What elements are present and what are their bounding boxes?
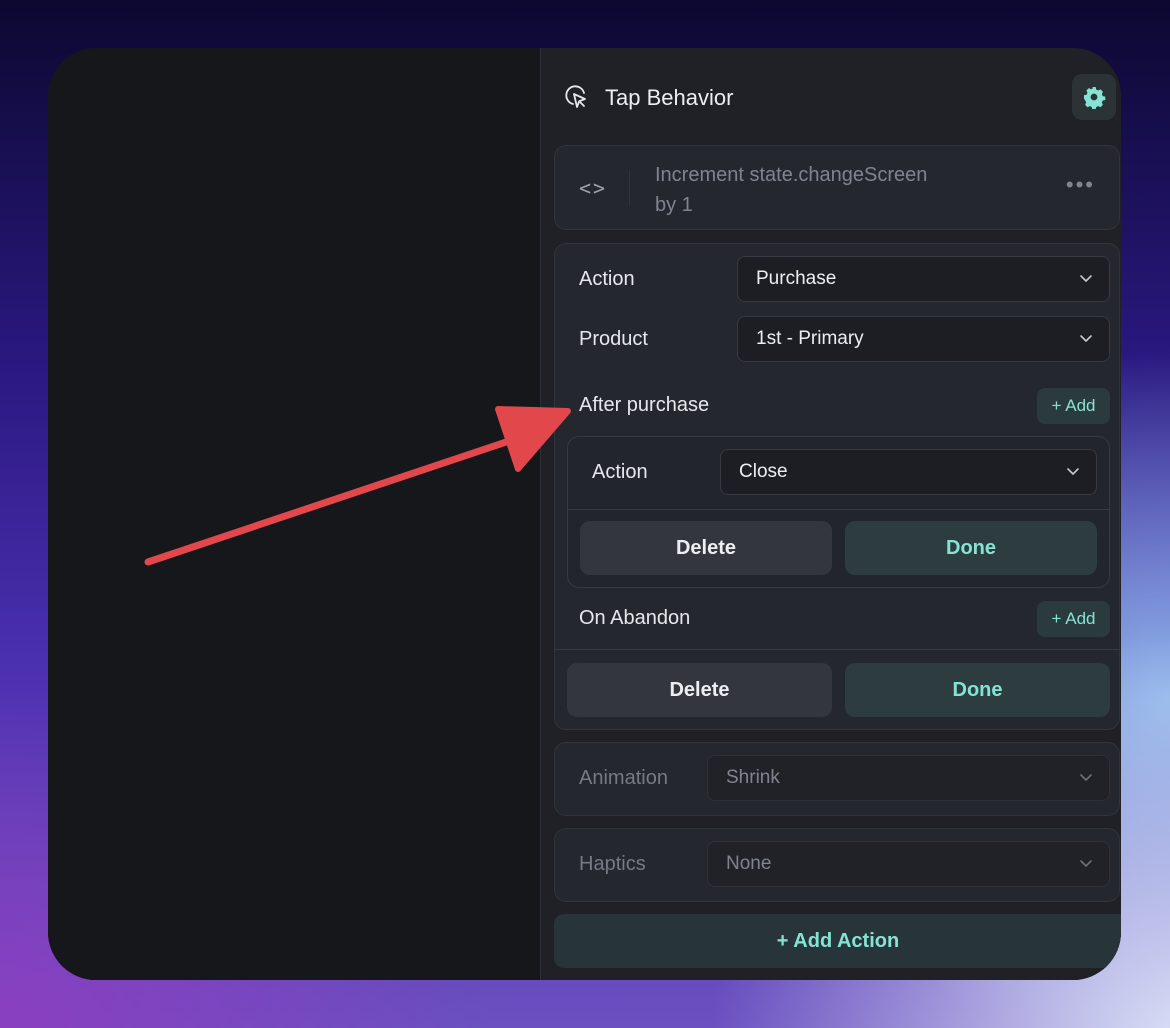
action-select-value: Purchase: [756, 268, 837, 289]
code-action-amount: by 1: [655, 194, 693, 216]
after-purchase-add-button[interactable]: + Add: [1037, 388, 1110, 424]
code-action-card[interactable]: <> Increment state.changeScreen by 1 •••: [554, 145, 1120, 230]
on-abandon-add-button[interactable]: + Add: [1037, 601, 1110, 637]
after-purchase-label: After purchase: [579, 394, 710, 416]
haptics-select-value: None: [726, 853, 772, 874]
product-select[interactable]: 1st - Primary: [737, 316, 1110, 362]
tap-behavior-panel: Tap Behavior <> Increment state.changeSc…: [540, 48, 1121, 980]
animation-row: Animation Shrink: [554, 742, 1120, 816]
code-action-description: Increment state.changeScreen: [655, 164, 928, 186]
haptics-select[interactable]: None: [707, 841, 1110, 887]
divider: [629, 170, 630, 206]
animation-label: Animation: [579, 767, 668, 789]
more-horizontal-icon[interactable]: •••: [1066, 172, 1095, 198]
purchase-delete-button[interactable]: Delete: [567, 663, 832, 717]
product-label: Product: [579, 328, 648, 350]
purchase-done-button[interactable]: Done: [845, 663, 1110, 717]
on-abandon-label: On Abandon: [579, 607, 691, 629]
after-purchase-action-select[interactable]: Close: [720, 449, 1097, 495]
purchase-action-card: Action Purchase Product 1st - Primary Af…: [554, 243, 1120, 730]
chevron-down-icon: [1067, 468, 1079, 475]
haptics-label: Haptics: [579, 853, 646, 875]
chevron-down-icon: [1080, 860, 1092, 867]
after-purchase-action-value: Close: [739, 461, 788, 482]
after-purchase-delete-button[interactable]: Delete: [580, 521, 832, 575]
product-select-value: 1st - Primary: [756, 328, 864, 349]
cursor-click-icon: [563, 83, 589, 114]
haptics-row: Haptics None: [554, 828, 1120, 902]
settings-button[interactable]: [1072, 74, 1116, 120]
panel-title: Tap Behavior: [605, 85, 734, 110]
code-icon: <>: [579, 176, 608, 200]
add-action-button[interactable]: + Add Action: [554, 914, 1121, 968]
divider: [555, 649, 1119, 650]
after-purchase-action-label: Action: [592, 461, 648, 483]
after-purchase-done-button[interactable]: Done: [845, 521, 1097, 575]
animation-select-value: Shrink: [726, 767, 780, 788]
gear-icon: [1084, 87, 1106, 109]
chevron-down-icon: [1080, 275, 1092, 282]
chevron-down-icon: [1080, 774, 1092, 781]
app-window: Tap Behavior <> Increment state.changeSc…: [48, 48, 1121, 980]
action-select[interactable]: Purchase: [737, 256, 1110, 302]
canvas-area[interactable]: [48, 48, 540, 980]
panel-header: Tap Behavior: [563, 83, 733, 113]
action-label: Action: [579, 268, 635, 290]
divider: [568, 509, 1109, 510]
chevron-down-icon: [1080, 335, 1092, 342]
after-purchase-action-card: Action Close Delete Done: [567, 436, 1110, 588]
animation-select[interactable]: Shrink: [707, 755, 1110, 801]
